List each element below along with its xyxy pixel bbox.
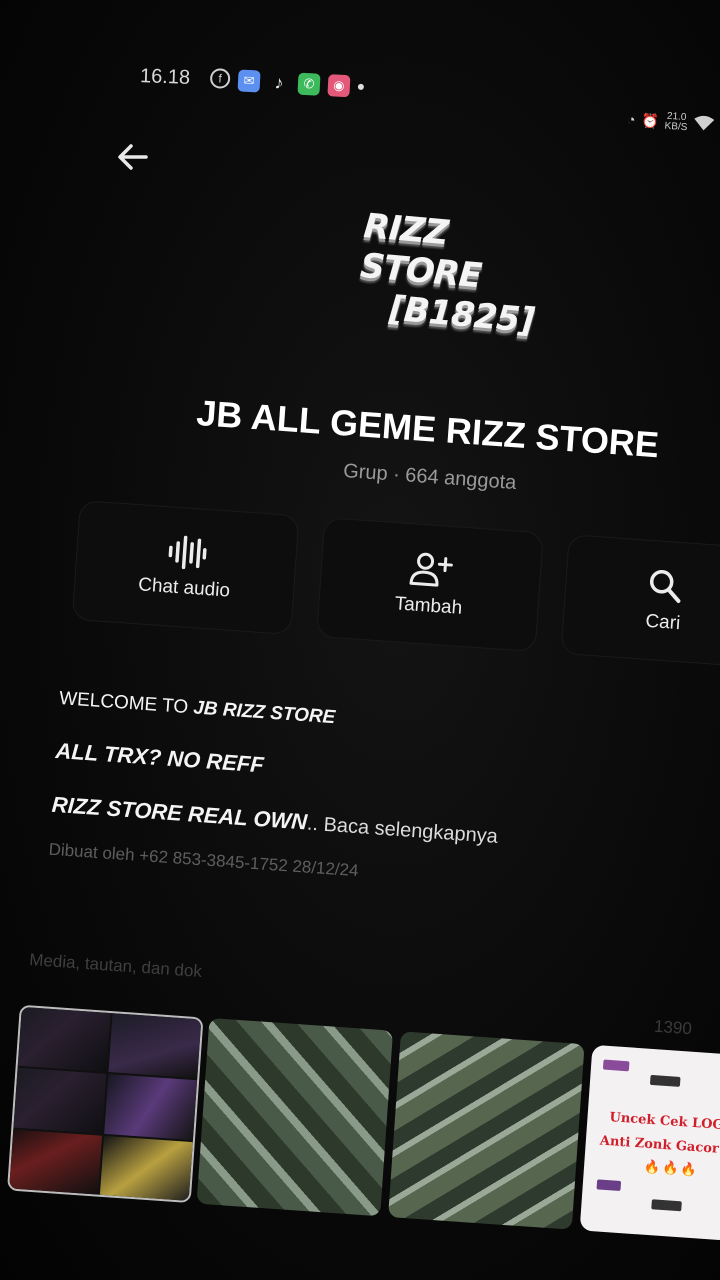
promo-text-2: Anti Zonk Gacor (599, 1133, 720, 1157)
instagram-icon: ◉ (327, 74, 351, 98)
description-line-1: WELCOME TO JB RIZZ STORE (58, 688, 678, 753)
media-thumbnail[interactable]: Uncek Cek LOG Anti Zonk Gacor 🔥🔥🔥 (579, 1044, 720, 1241)
group-name[interactable]: JB ALL GEME RIZZ STORE (195, 392, 717, 470)
back-arrow-icon (118, 144, 148, 170)
media-heading[interactable]: Media, tautan, dan dok (29, 950, 709, 1017)
add-person-icon (409, 552, 453, 587)
add-member-label: Tambah (393, 593, 463, 619)
media-count[interactable]: 1390 (653, 1017, 692, 1040)
alarm-icon: ⏰ (641, 111, 660, 129)
facebook-icon: f (209, 67, 231, 90)
chat-audio-label: Chat audio (137, 574, 231, 602)
group-avatar[interactable]: RIZZ STORE [B1825] (355, 206, 575, 344)
fire-icon: 🔥🔥🔥 (643, 1158, 700, 1178)
search-button[interactable]: Cari (560, 534, 720, 668)
promo-graphic (596, 1179, 622, 1192)
tiktok-icon: ♪ (274, 71, 285, 93)
description-line-2: ALL TRX? NO REFF (55, 738, 675, 807)
description-line-3-bold: RIZZ STORE REAL OWN (51, 791, 308, 835)
status-time: 16.18 (139, 65, 191, 89)
add-member-button[interactable]: Tambah (316, 517, 544, 653)
promo-text-1: Uncek Cek LOG (609, 1110, 720, 1134)
promo-graphic (649, 1074, 681, 1087)
group-subtitle: Grup · 664 anggota (342, 460, 518, 495)
action-row: Chat audio Tambah Cari (69, 500, 720, 706)
wifi-icon (693, 114, 715, 134)
media-thumbnails: Uncek Cek LOG Anti Zonk Gacor 🔥🔥🔥 (0, 1004, 720, 1275)
audio-wave-icon (168, 535, 207, 570)
status-bar: 16.18 f ✉ ♪ ✆ ◉ ◔ ⏰ 21.0 KB/S (139, 65, 720, 133)
back-button[interactable] (116, 140, 156, 180)
search-icon (649, 570, 681, 603)
group-info-screen: 16.18 f ✉ ♪ ✆ ◉ ◔ ⏰ 21.0 KB/S RIZZ STORE… (0, 0, 720, 1280)
net-speed-unit: KB/S (664, 120, 689, 134)
whatsapp-icon: ✆ (297, 72, 321, 96)
media-thumbnail[interactable] (388, 1031, 585, 1230)
description-line-1-prefix: WELCOME TO (58, 688, 195, 719)
system-icons: ◔ ⏰ 21.0 KB/S (627, 109, 715, 135)
promo-graphic (651, 1199, 682, 1212)
net-speed: 21.0 KB/S (664, 111, 689, 134)
promo-graphic (602, 1059, 630, 1072)
media-thumbnail[interactable] (7, 1004, 204, 1204)
chat-audio-button[interactable]: Chat audio (71, 500, 300, 636)
group-description[interactable]: WELCOME TO JB RIZZ STORE ALL TRX? NO REF… (48, 688, 678, 903)
notification-icons: f ✉ ♪ ✆ ◉ (209, 67, 365, 98)
messenger-icon: ✉ (237, 69, 261, 93)
media-thumbnail[interactable] (196, 1017, 394, 1217)
description-line-2-bold: ALL TRX? NO REFF (54, 737, 265, 778)
more-notifications-icon (357, 83, 365, 91)
description-line-1-bold: JB RIZZ STORE (192, 697, 336, 729)
data-saver-icon: ◔ (626, 110, 637, 128)
search-label: Cari (644, 610, 681, 635)
read-more-link[interactable]: .. Baca selengkapnya (306, 813, 498, 848)
